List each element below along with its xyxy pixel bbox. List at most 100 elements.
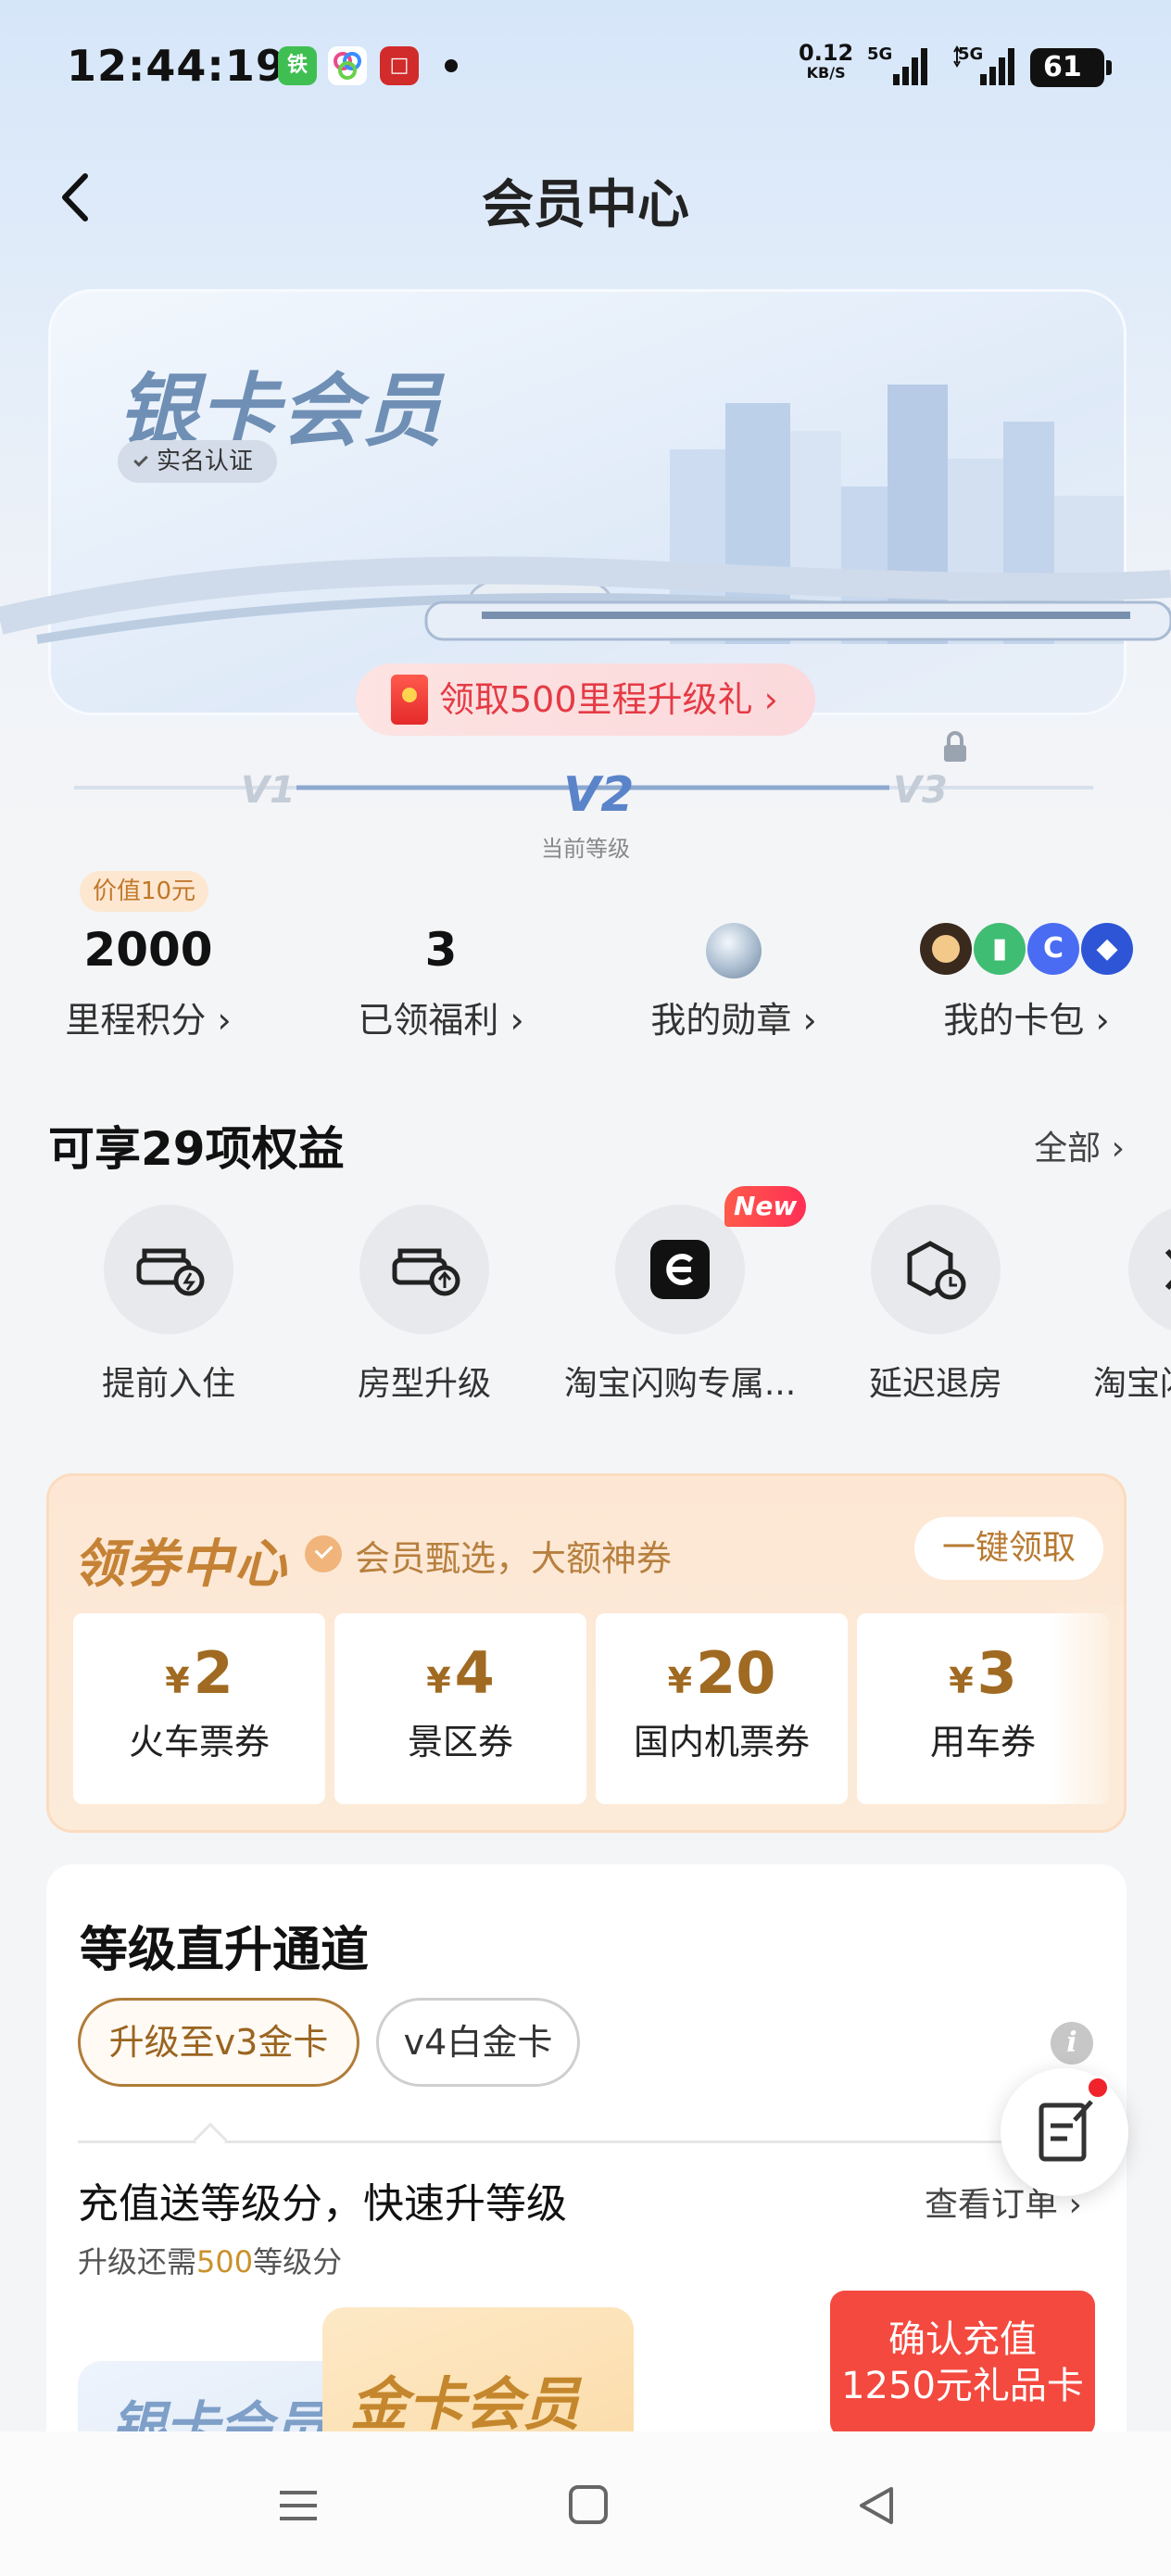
benefit-early-checkin[interactable]: 提前入住 — [48, 1205, 289, 1405]
taobao-icon — [1165, 1248, 1171, 1291]
coupon-center: 领券中心 会员甄选，大额神券 一键领取 ¥2 火车票券 ¥4 景区券 ¥20 国… — [46, 1473, 1127, 1833]
divider — [78, 2140, 1097, 2143]
benefit-taobao[interactable]: 淘宝闪 — [1071, 1205, 1171, 1405]
menu-icon[interactable] — [280, 2491, 317, 2520]
coupon-center-subtitle: 会员甄选，大额神券 — [355, 1538, 673, 1579]
red-envelope-icon — [391, 675, 428, 725]
lock-icon — [944, 731, 966, 762]
all-benefits-link[interactable]: 全部 › — [1034, 1121, 1125, 1169]
coupon-amount: 3 — [976, 1639, 1017, 1707]
card-pack-icons: ▮ C ◆ — [897, 923, 1156, 984]
network-speed: 0.12 KB/S — [799, 40, 854, 83]
benefits-claimed-label: 已领福利 › — [358, 1000, 524, 1041]
current-level-label: 当前等级 — [541, 836, 630, 862]
benefit-label: 房型升级 — [357, 1365, 491, 1403]
currency-symbol: ¥ — [949, 1661, 974, 1701]
info-icon[interactable]: i — [1051, 2022, 1093, 2065]
early-checkin-icon — [136, 1248, 205, 1296]
coupon-scenic[interactable]: ¥4 景区券 — [334, 1613, 586, 1804]
upgrade-gift-button[interactable]: 领取500里程升级礼 › — [356, 663, 815, 736]
card-pack-icon-1 — [920, 923, 972, 975]
diamond-icon: ◆ — [1081, 923, 1133, 975]
verify-label: 实名认证 — [157, 448, 254, 475]
confirm-line-1: 确认充值 — [888, 2318, 1037, 2361]
benefit-room-upgrade[interactable]: 房型升级 — [304, 1205, 545, 1405]
benefit-label: 提前入住 — [101, 1365, 235, 1403]
stat-mileage[interactable]: 2000 里程积分 › — [19, 923, 278, 1042]
new-badge: New — [724, 1186, 807, 1227]
points-needed-prefix: 升级还需 — [78, 2244, 197, 2279]
home-icon[interactable] — [569, 2485, 608, 2524]
currency-symbol: ¥ — [165, 1661, 190, 1701]
benefit-label: 延迟退房 — [868, 1365, 1002, 1403]
upgrade-gift-label: 领取500里程升级礼 › — [439, 679, 778, 720]
back-nav-icon[interactable] — [860, 2487, 893, 2524]
status-time: 12:44:19 — [67, 41, 286, 91]
tab-pointer — [193, 2122, 228, 2157]
network-speed-unit: KB/S — [806, 64, 846, 82]
level-progress: V1 V2 V3 当前等级 — [56, 731, 1112, 862]
benefit-late-checkout[interactable]: 延迟退房 — [815, 1205, 1056, 1405]
card-pack-label: 我的卡包 › — [943, 1000, 1110, 1041]
points-needed-suffix: 等级分 — [253, 2244, 343, 2279]
coupon-amount: 2 — [193, 1639, 233, 1707]
notification-dot — [1086, 2076, 1110, 2100]
stat-benefits-claimed[interactable]: 3 已领福利 › — [311, 923, 571, 1042]
stats-row: 价值10元 2000 里程积分 › 3 已领福利 › 我的勋章 › ▮ C ◆ … — [0, 871, 1171, 1056]
medals-label: 我的勋章 › — [650, 1000, 817, 1041]
level-v2-current: V2 — [563, 767, 635, 823]
coupon-domestic-flight[interactable]: ¥20 国内机票券 — [596, 1613, 848, 1804]
taobao-flash-icon — [650, 1240, 710, 1299]
room-upgrade-icon — [392, 1248, 460, 1296]
medal-icon — [706, 923, 762, 979]
verify-badge[interactable]: 实名认证 — [118, 440, 278, 483]
currency-symbol: ¥ — [426, 1661, 451, 1701]
stat-card-pack[interactable]: ▮ C ◆ 我的卡包 › — [897, 923, 1156, 1042]
system-navigation-bar — [0, 2431, 1171, 2576]
points-needed-value: 500 — [196, 2244, 254, 2279]
claim-all-button[interactable]: 一键领取 — [914, 1517, 1103, 1580]
coupon-name: 景区券 — [407, 1722, 513, 1762]
points-needed: 升级还需500等级分 — [78, 2239, 342, 2281]
tab-v4-platinum[interactable]: v4白金卡 — [376, 1998, 580, 2087]
mileage-label: 里程积分 › — [65, 1000, 232, 1041]
gold-card-label: 金卡会员 — [350, 2370, 581, 2438]
check-circle-icon — [305, 1535, 342, 1572]
battery-indicator: 61 — [1030, 48, 1112, 87]
check-icon — [133, 452, 148, 467]
benefit-taobao-flash[interactable]: 淘宝闪购专属... — [560, 1205, 800, 1405]
svg-text:5G: 5G — [958, 44, 983, 64]
c-brand-icon: C — [1027, 923, 1079, 975]
value-tag: 价值10元 — [80, 871, 209, 912]
coupon-train[interactable]: ¥2 火车票券 — [73, 1613, 325, 1804]
coupon-name: 国内机票券 — [633, 1722, 810, 1762]
status-bar: 12:44:19 铁 □ 0.12 KB/S 5G 5G 61 — [0, 0, 1171, 139]
tab-upgrade-v3-gold[interactable]: 升级至v3金卡 — [78, 1998, 359, 2087]
coupon-amount: 20 — [696, 1639, 776, 1707]
late-checkout-icon — [907, 1241, 966, 1300]
currency-symbol: ¥ — [667, 1661, 693, 1701]
benefits-title: 可享29项权益 — [48, 1122, 345, 1176]
coupon-name: 火车票券 — [128, 1722, 270, 1762]
coupon-amount: 4 — [454, 1639, 495, 1707]
confirm-recharge-button[interactable]: 确认充值 1250元礼品卡 — [830, 2291, 1095, 2437]
mileage-value: 2000 — [83, 923, 213, 977]
confirm-line-2: 1250元礼品卡 — [841, 2365, 1084, 2407]
benefit-label: 淘宝闪 — [1093, 1365, 1171, 1403]
signal-5g-icon: 5G — [867, 44, 927, 85]
railway-app-icon: 铁 — [278, 46, 317, 85]
red-app-icon: □ — [380, 46, 419, 85]
stat-medals[interactable]: 我的勋章 › — [604, 923, 863, 1042]
benefit-label: 淘宝闪购专属... — [563, 1365, 797, 1403]
upgrade-channel-title: 等级直升通道 — [80, 1923, 370, 1978]
book-icon: ▮ — [974, 923, 1026, 975]
upgrade-subtitle: 充值送等级分，快速升等级 — [78, 2180, 567, 2228]
network-speed-value: 0.12 — [799, 40, 854, 66]
coupon-center-title: 领券中心 — [73, 1534, 288, 1595]
signal-5g-data-icon: 5G — [953, 44, 1014, 85]
colorful-app-icon — [328, 46, 367, 85]
svg-text:5G: 5G — [867, 44, 892, 64]
benefits-claimed-value: 3 — [424, 923, 458, 977]
level-v3: V3 — [893, 769, 948, 812]
coupon-scroll-fade — [1050, 1606, 1124, 1819]
